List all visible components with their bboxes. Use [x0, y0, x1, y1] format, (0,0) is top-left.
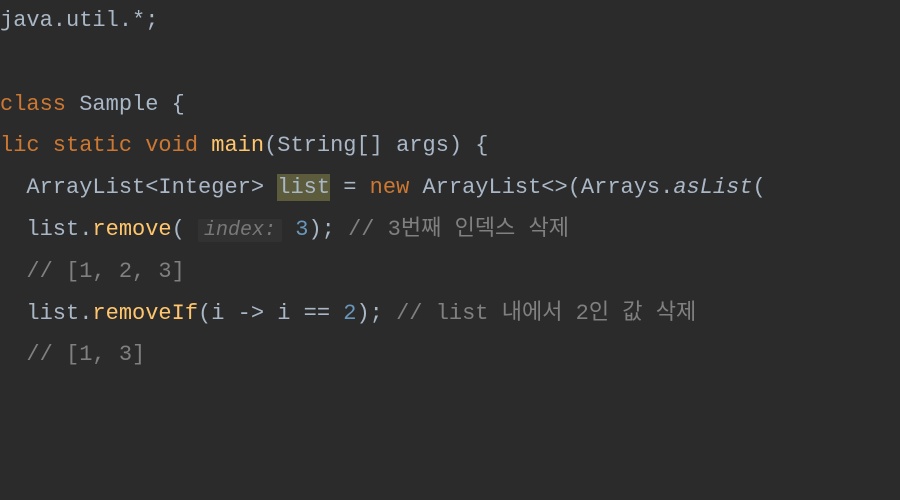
- semicolon: ;: [145, 8, 158, 33]
- code-line-comment-2[interactable]: // [1, 3]: [0, 334, 900, 376]
- paren-close: );: [356, 301, 382, 326]
- code-line-declare[interactable]: ArrayList<Integer> list = new ArrayList<…: [0, 167, 900, 209]
- code-line-remove[interactable]: list.remove( index: 3); // 3번째 인덱스 삭제: [0, 209, 900, 251]
- equals: =: [330, 175, 370, 200]
- comment-result-1: // [1, 2, 3]: [26, 259, 184, 284]
- number-literal: 2: [343, 301, 356, 326]
- code-line-removeif[interactable]: list.removeIf(i -> i == 2); // list 내에서 …: [0, 293, 900, 335]
- code-line-main[interactable]: lic static void main(String[] args) {: [0, 125, 900, 167]
- variable-list-highlighted: list: [277, 174, 330, 201]
- static-method-aslist: asList: [673, 175, 752, 200]
- code-line-blank[interactable]: [0, 42, 900, 84]
- indent: [0, 259, 26, 284]
- keyword-modifiers: lic static void: [0, 133, 198, 158]
- keyword-new: new: [370, 175, 410, 200]
- import-package: java.util.*: [0, 8, 145, 33]
- paren-open: (: [753, 175, 766, 200]
- constructor-call: ArrayList<>(Arrays.: [409, 175, 673, 200]
- class-name: Sample: [79, 92, 158, 117]
- indent: [0, 301, 26, 326]
- type-arraylist: ArrayList<Integer>: [26, 175, 277, 200]
- paren-open: (: [172, 217, 198, 242]
- code-line-import[interactable]: java.util.*;: [0, 0, 900, 42]
- object-ref: list.: [26, 217, 92, 242]
- comment-remove: // 3번째 인덱스 삭제: [335, 217, 569, 242]
- comment-result-2: // [1, 3]: [26, 342, 145, 367]
- method-main: main: [198, 133, 264, 158]
- code-line-comment-1[interactable]: // [1, 2, 3]: [0, 251, 900, 293]
- object-ref: list.: [26, 301, 92, 326]
- indent: [0, 217, 26, 242]
- brace-open: {: [158, 92, 184, 117]
- paren-close: );: [308, 217, 334, 242]
- lambda-expr: (i -> i ==: [198, 301, 343, 326]
- comment-removeif: // list 내에서 2인 값 삭제: [383, 301, 696, 326]
- params: (String[] args) {: [264, 133, 488, 158]
- method-remove: remove: [92, 217, 171, 242]
- code-editor[interactable]: java.util.*; class Sample { lic static v…: [0, 0, 900, 376]
- keyword-class: class: [0, 92, 66, 117]
- parameter-hint: index:: [198, 219, 282, 242]
- code-line-class[interactable]: class Sample {: [0, 84, 900, 126]
- method-removeif: removeIf: [92, 301, 198, 326]
- space: [66, 92, 79, 117]
- number-literal: 3: [282, 217, 308, 242]
- indent: [0, 342, 26, 367]
- indent: [0, 175, 26, 200]
